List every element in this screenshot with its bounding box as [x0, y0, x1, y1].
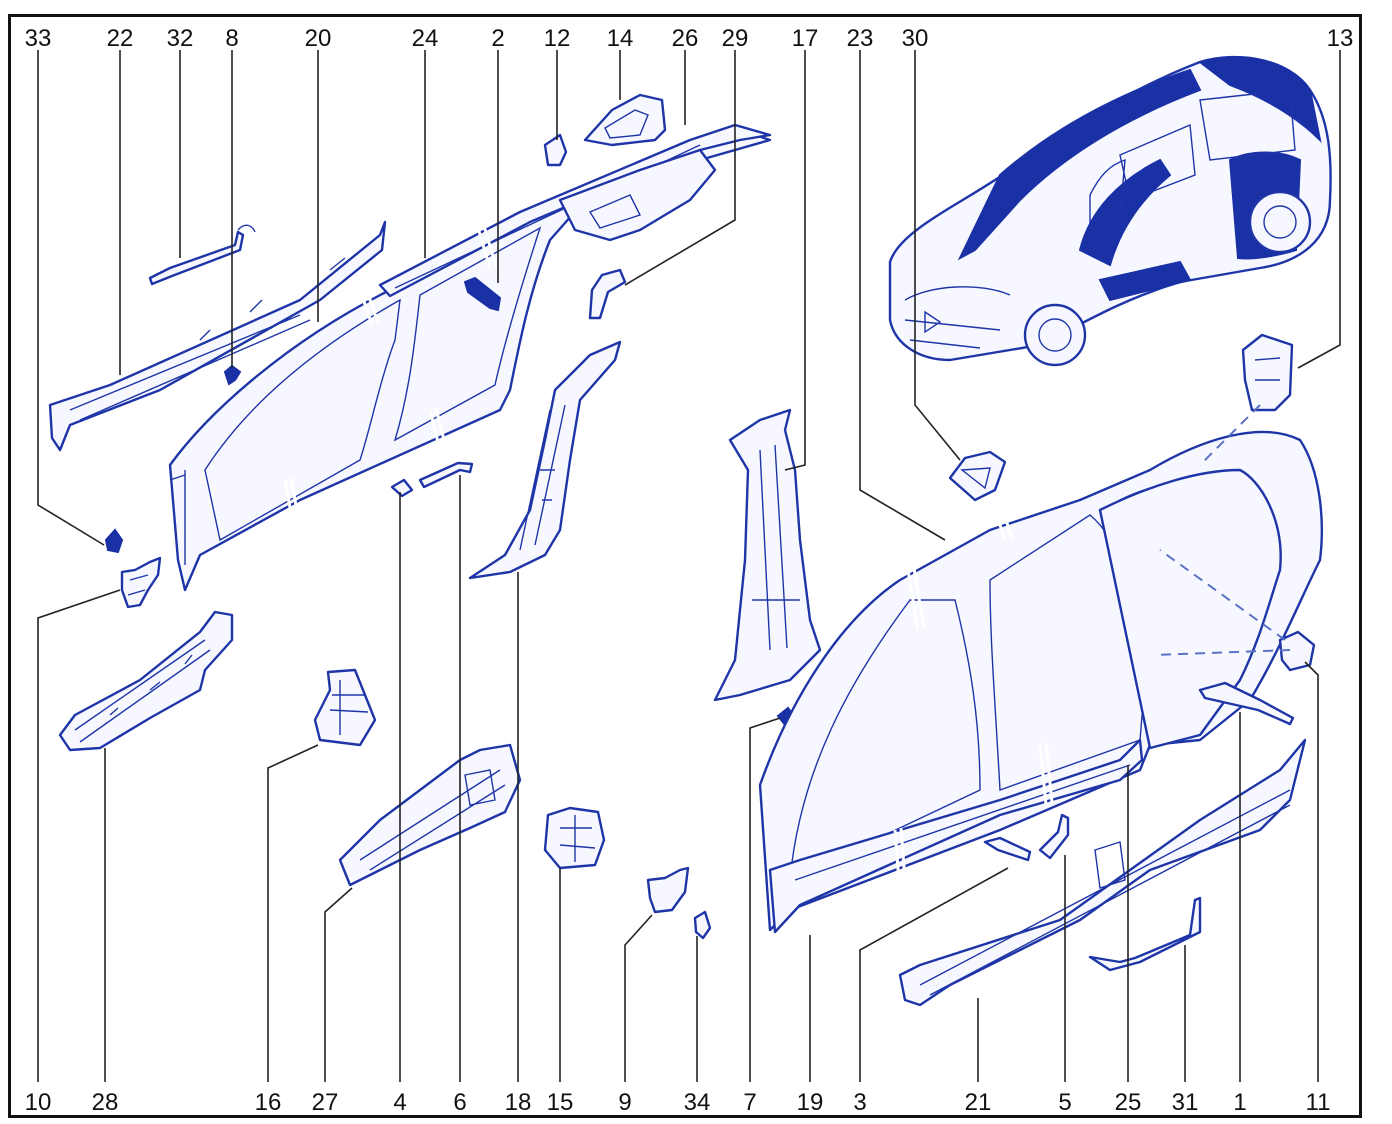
part-33-bracket: [104, 528, 124, 554]
callout-label-12: 12: [544, 25, 571, 52]
callout-label-4: 4: [393, 1089, 406, 1116]
callout-label-17: 17: [792, 25, 819, 52]
callout-label-5: 5: [1058, 1089, 1071, 1116]
part-9-bracket: [646, 866, 690, 914]
part-30-bracket: [948, 450, 1007, 502]
callout-label-21: 21: [965, 1089, 992, 1116]
callout-label-18: 18: [505, 1089, 532, 1116]
callout-label-34: 34: [684, 1089, 711, 1116]
part-13-bracket: [1241, 333, 1294, 412]
callout-labels-top: 33 22 32 8 20 24 2 12 14 26 29 17 23 30 13: [25, 25, 1354, 52]
part-29-bracket: [588, 268, 627, 320]
callout-label-9: 9: [618, 1089, 631, 1116]
part-34-bracket: [693, 910, 712, 940]
callout-label-15: 15: [547, 1089, 574, 1116]
callout-label-25: 25: [1115, 1089, 1142, 1116]
callout-label-10: 10: [25, 1089, 52, 1116]
part-4-bracket: [390, 478, 414, 498]
callout-label-1: 1: [1233, 1089, 1246, 1116]
part-6-bracket: [418, 461, 474, 489]
callout-label-24: 24: [412, 25, 439, 52]
callout-label-14: 14: [607, 25, 634, 52]
part-12-bracket: [543, 133, 568, 167]
callout-labels-bottom: 10 28 16 27 4 6 18 15 9 34 7 19 3 21 5 25 31 1 11: [25, 1089, 1331, 1116]
callout-label-2: 2: [491, 25, 504, 52]
callout-label-16: 16: [255, 1089, 282, 1116]
callout-label-3: 3: [853, 1089, 866, 1116]
callout-label-7: 7: [743, 1089, 756, 1116]
part-15-bracket: [543, 806, 606, 870]
part-10-bracket: [120, 556, 162, 609]
part-28-front-side-member: [58, 610, 234, 752]
callout-label-29: 29: [722, 25, 749, 52]
part-8-clip: [223, 364, 242, 386]
exploded-body-side-diagram: 33 22 32 8 20 24 2 12 14 26 29 17 23 30 13 10 28 16 27 4 6 1…: [25, 25, 1354, 1116]
car-reference-illustration: [888, 55, 1332, 367]
callout-label-28: 28: [92, 1089, 119, 1116]
part-5-bracket: [1038, 813, 1070, 860]
callout-label-20: 20: [305, 25, 332, 52]
callout-label-8: 8: [225, 25, 238, 52]
callout-label-13: 13: [1327, 25, 1354, 52]
callout-label-19: 19: [797, 1089, 824, 1116]
callout-label-30: 30: [902, 25, 929, 52]
part-32-reinforcement-rod: [148, 224, 256, 286]
callout-label-32: 32: [167, 25, 194, 52]
callout-label-27: 27: [312, 1089, 339, 1116]
callout-label-22: 22: [107, 25, 134, 52]
part-27-rear-floor-member: [338, 743, 522, 887]
callout-label-11: 11: [1306, 1089, 1331, 1116]
callout-label-6: 6: [453, 1089, 466, 1116]
part-31-bracket-rod: [1088, 896, 1202, 972]
callout-label-23: 23: [847, 25, 874, 52]
callout-label-26: 26: [672, 25, 699, 52]
callout-label-31: 31: [1172, 1089, 1199, 1116]
part-16-bracket: [313, 668, 377, 747]
part-3-bracket: [983, 836, 1032, 862]
callout-label-33: 33: [25, 25, 52, 52]
part-14-bracket: [583, 93, 667, 147]
